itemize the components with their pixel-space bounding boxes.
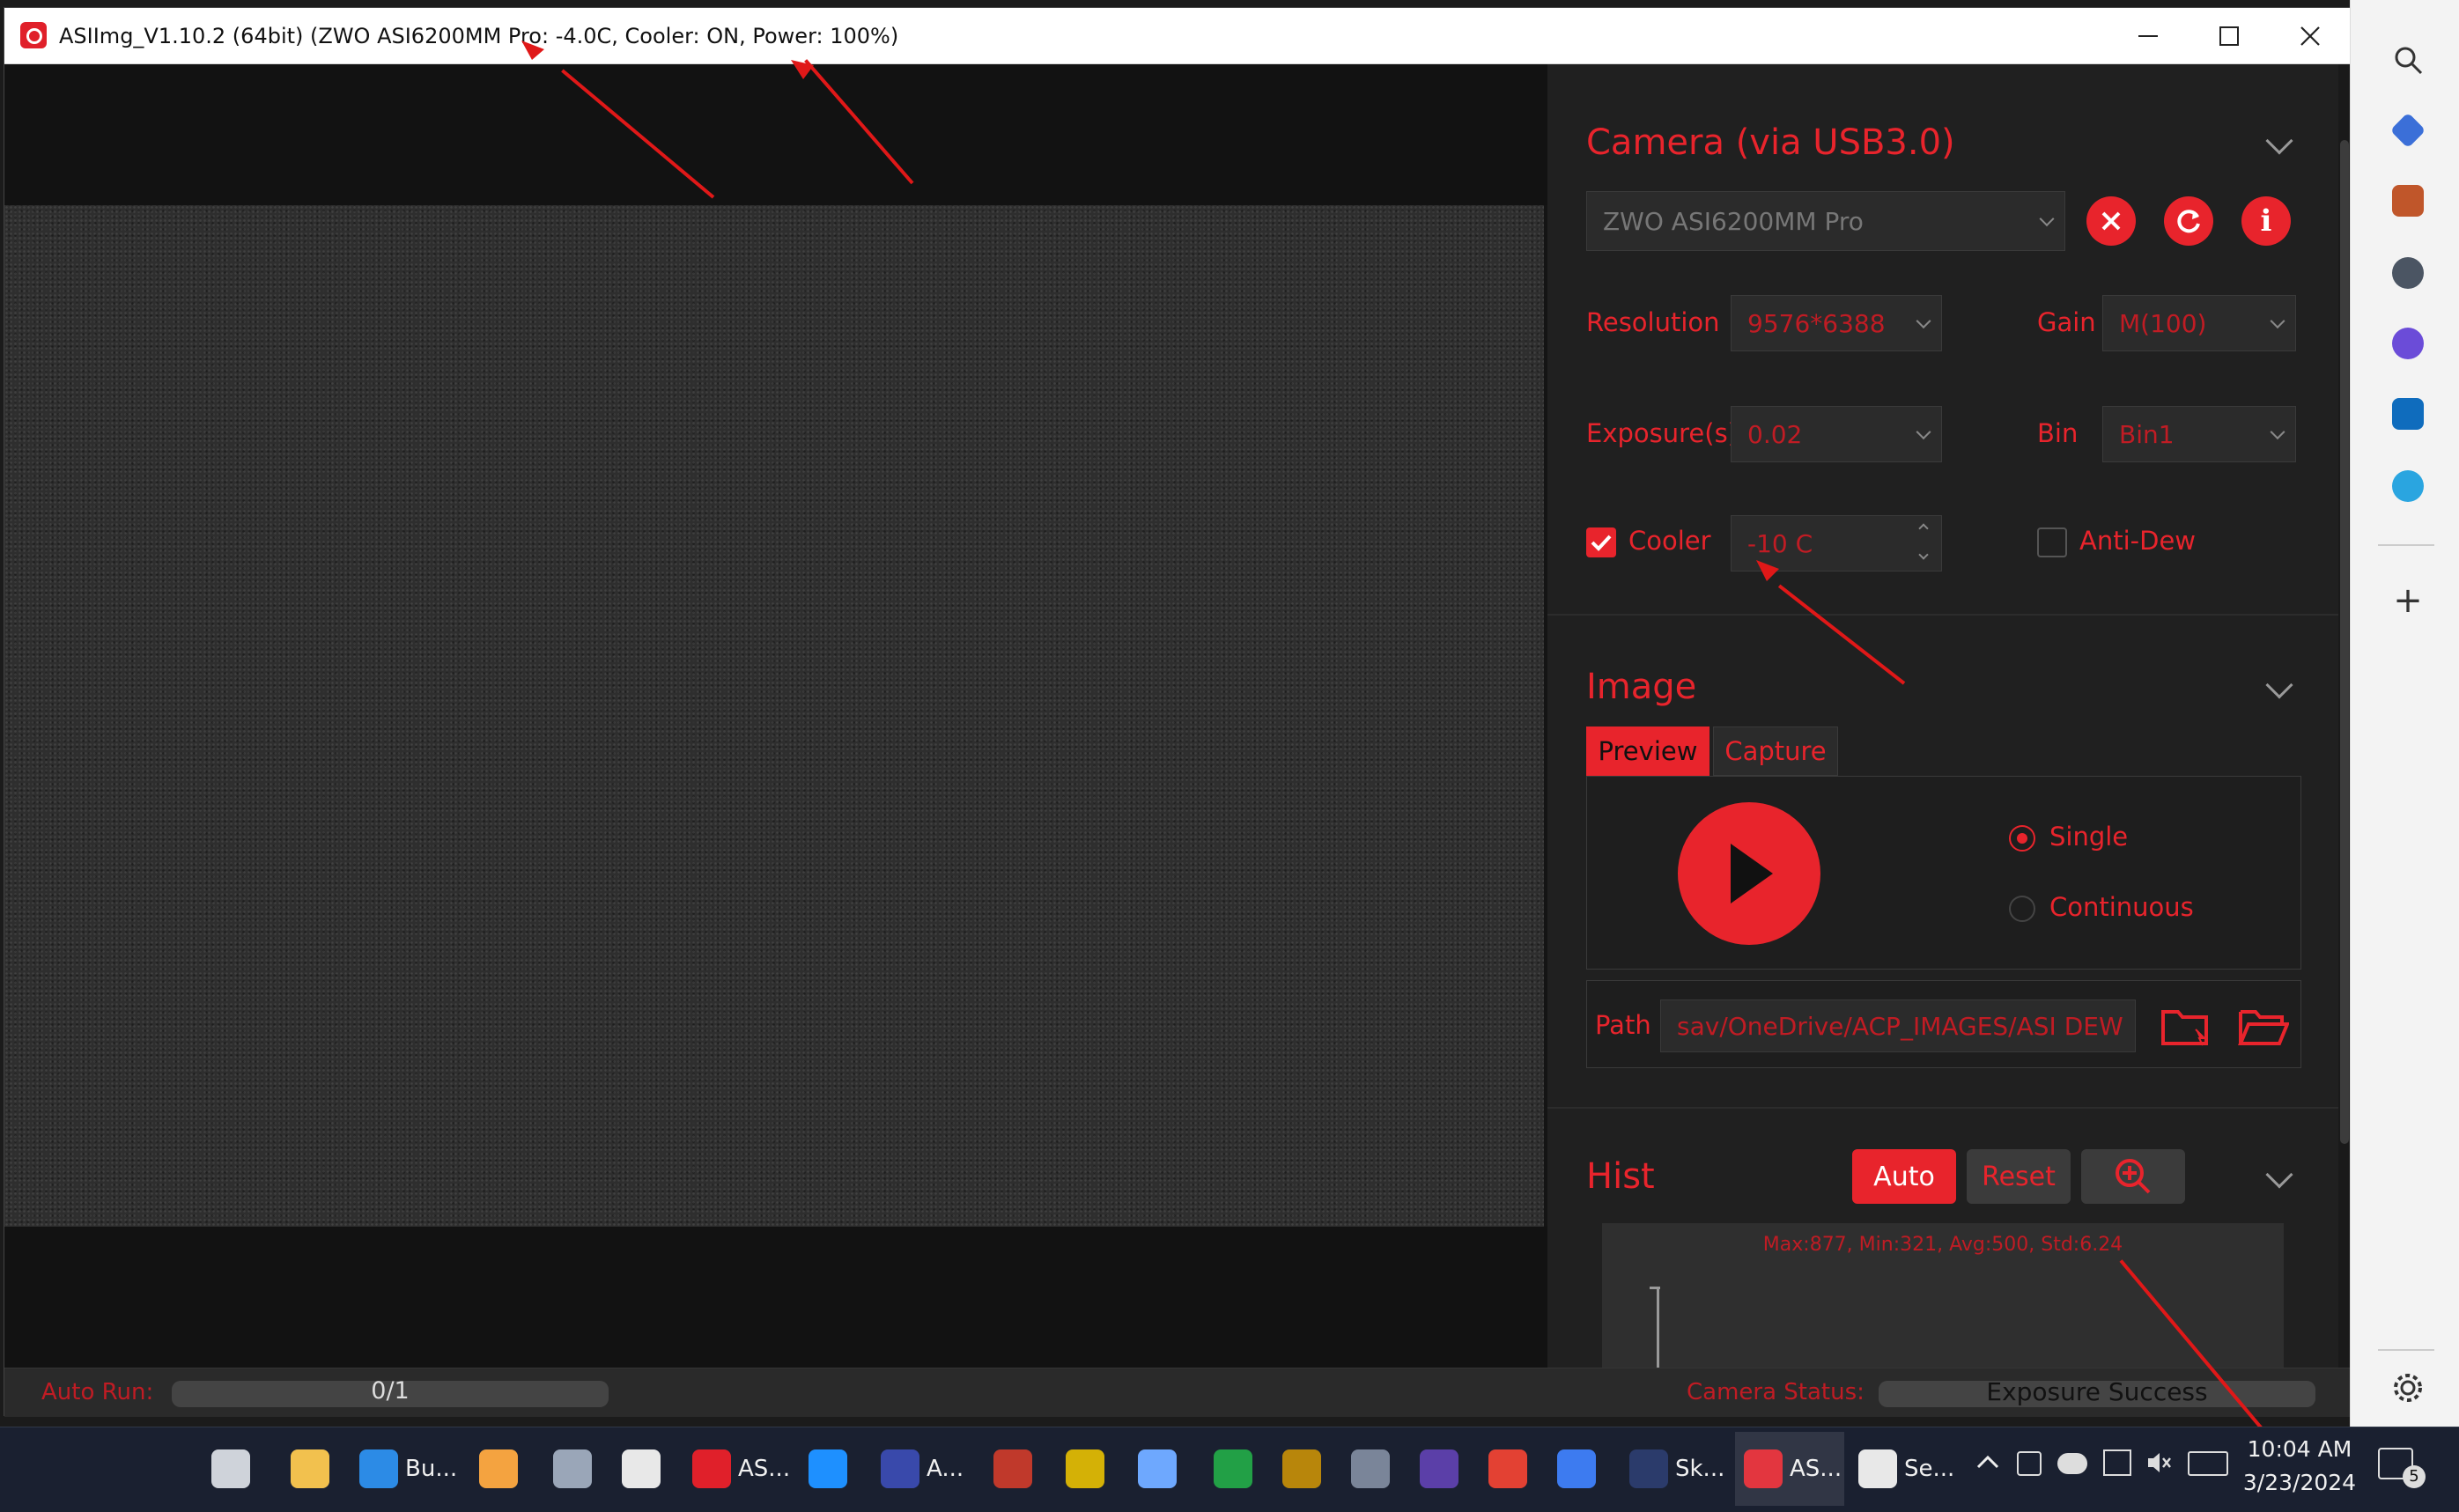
clock-date[interactable]: 3/23/2024 xyxy=(2242,1465,2357,1501)
annotation-arrowheads xyxy=(521,41,1779,581)
taskbar-item-camera-app[interactable] xyxy=(553,1432,592,1506)
sidebar-divider xyxy=(2378,1349,2434,1351)
taskbar-item-asi-app[interactable]: AS... xyxy=(692,1432,790,1506)
meet-now-icon[interactable] xyxy=(2017,1451,2042,1476)
gem-app-icon xyxy=(1557,1449,1596,1488)
taskbar-item-task-view[interactable] xyxy=(211,1432,250,1506)
task-view-icon xyxy=(211,1449,250,1488)
network-icon[interactable] xyxy=(2103,1449,2131,1476)
outlook-icon[interactable] xyxy=(2392,398,2424,430)
skytools-app-icon xyxy=(1629,1449,1668,1488)
taskbar-item-planet-app[interactable] xyxy=(1420,1432,1458,1506)
gear-icon[interactable] xyxy=(2392,1372,2424,1404)
keyboard-icon[interactable] xyxy=(2188,1451,2228,1476)
volume-muted-icon[interactable] xyxy=(2145,1449,2174,1476)
copilot-icon[interactable] xyxy=(2392,328,2424,359)
taskbar-item-astro-app[interactable]: A... xyxy=(881,1432,964,1506)
window-app-icon xyxy=(1138,1449,1177,1488)
x-app-icon xyxy=(622,1449,661,1488)
yellow-app-icon xyxy=(1066,1449,1104,1488)
camera-app-icon xyxy=(553,1449,592,1488)
clock-time[interactable]: 10:04 AM xyxy=(2242,1432,2357,1467)
taskbar-item-circle-app[interactable] xyxy=(809,1432,847,1506)
toolbox-icon[interactable] xyxy=(2392,185,2424,217)
send-icon[interactable] xyxy=(2392,470,2424,502)
chevron-up-icon[interactable] xyxy=(1973,1448,2003,1478)
taskbar-item-label: A... xyxy=(927,1456,964,1482)
taskbar-item-label: Se... xyxy=(1904,1456,1955,1482)
chess-piece-icon[interactable] xyxy=(2392,257,2424,289)
taskbar-item-telescope-app[interactable] xyxy=(1282,1432,1321,1506)
taskbar-item-green-app[interactable] xyxy=(1214,1432,1252,1506)
settings-app-icon xyxy=(1858,1449,1897,1488)
taskbar-item-x-app[interactable] xyxy=(622,1432,661,1506)
green-app-icon xyxy=(1214,1449,1252,1488)
search-icon[interactable] xyxy=(2392,44,2424,76)
astro-app-icon xyxy=(881,1449,919,1488)
sidebar-divider xyxy=(2378,544,2434,546)
sketch-app-icon xyxy=(479,1449,518,1488)
edge-icon xyxy=(359,1449,398,1488)
add-icon[interactable]: + xyxy=(2392,583,2424,618)
taskbar-item-gem-app[interactable] xyxy=(1557,1432,1596,1506)
taskbar-item-label: Bu... xyxy=(405,1456,458,1482)
red-app-icon xyxy=(993,1449,1032,1488)
taskbar-item-edge[interactable]: Bu... xyxy=(359,1432,457,1506)
taskbar-item-sketch-app[interactable] xyxy=(479,1432,518,1506)
planet-app-icon xyxy=(1420,1449,1458,1488)
active-app-highlight xyxy=(1735,1432,1844,1506)
onedrive-icon[interactable] xyxy=(2057,1453,2087,1474)
taskbar-item-yellow-app[interactable] xyxy=(1066,1432,1104,1506)
asi-app-icon xyxy=(692,1449,731,1488)
taskbar-item-chrome[interactable] xyxy=(1488,1432,1527,1506)
taskbar-item-file-explorer[interactable] xyxy=(291,1432,329,1506)
taskbar-item-label: AS... xyxy=(738,1456,791,1482)
chrome-icon xyxy=(1488,1449,1527,1488)
galaxy-app-icon xyxy=(1351,1449,1390,1488)
taskbar-item-window-app[interactable] xyxy=(1138,1432,1177,1506)
circle-app-icon xyxy=(809,1449,847,1488)
taskbar-item-settings-app[interactable]: Se... xyxy=(1858,1432,1954,1506)
taskbar-item-label: Sk... xyxy=(1675,1456,1725,1482)
taskbar-item-red-app[interactable] xyxy=(993,1432,1032,1506)
taskbar-item-galaxy-app[interactable] xyxy=(1351,1432,1390,1506)
taskbar-item-skytools-app[interactable]: Sk... xyxy=(1629,1432,1724,1506)
telescope-app-icon xyxy=(1282,1449,1321,1488)
notification-count-badge: 5 xyxy=(2403,1465,2426,1488)
file-explorer-icon xyxy=(291,1449,329,1488)
